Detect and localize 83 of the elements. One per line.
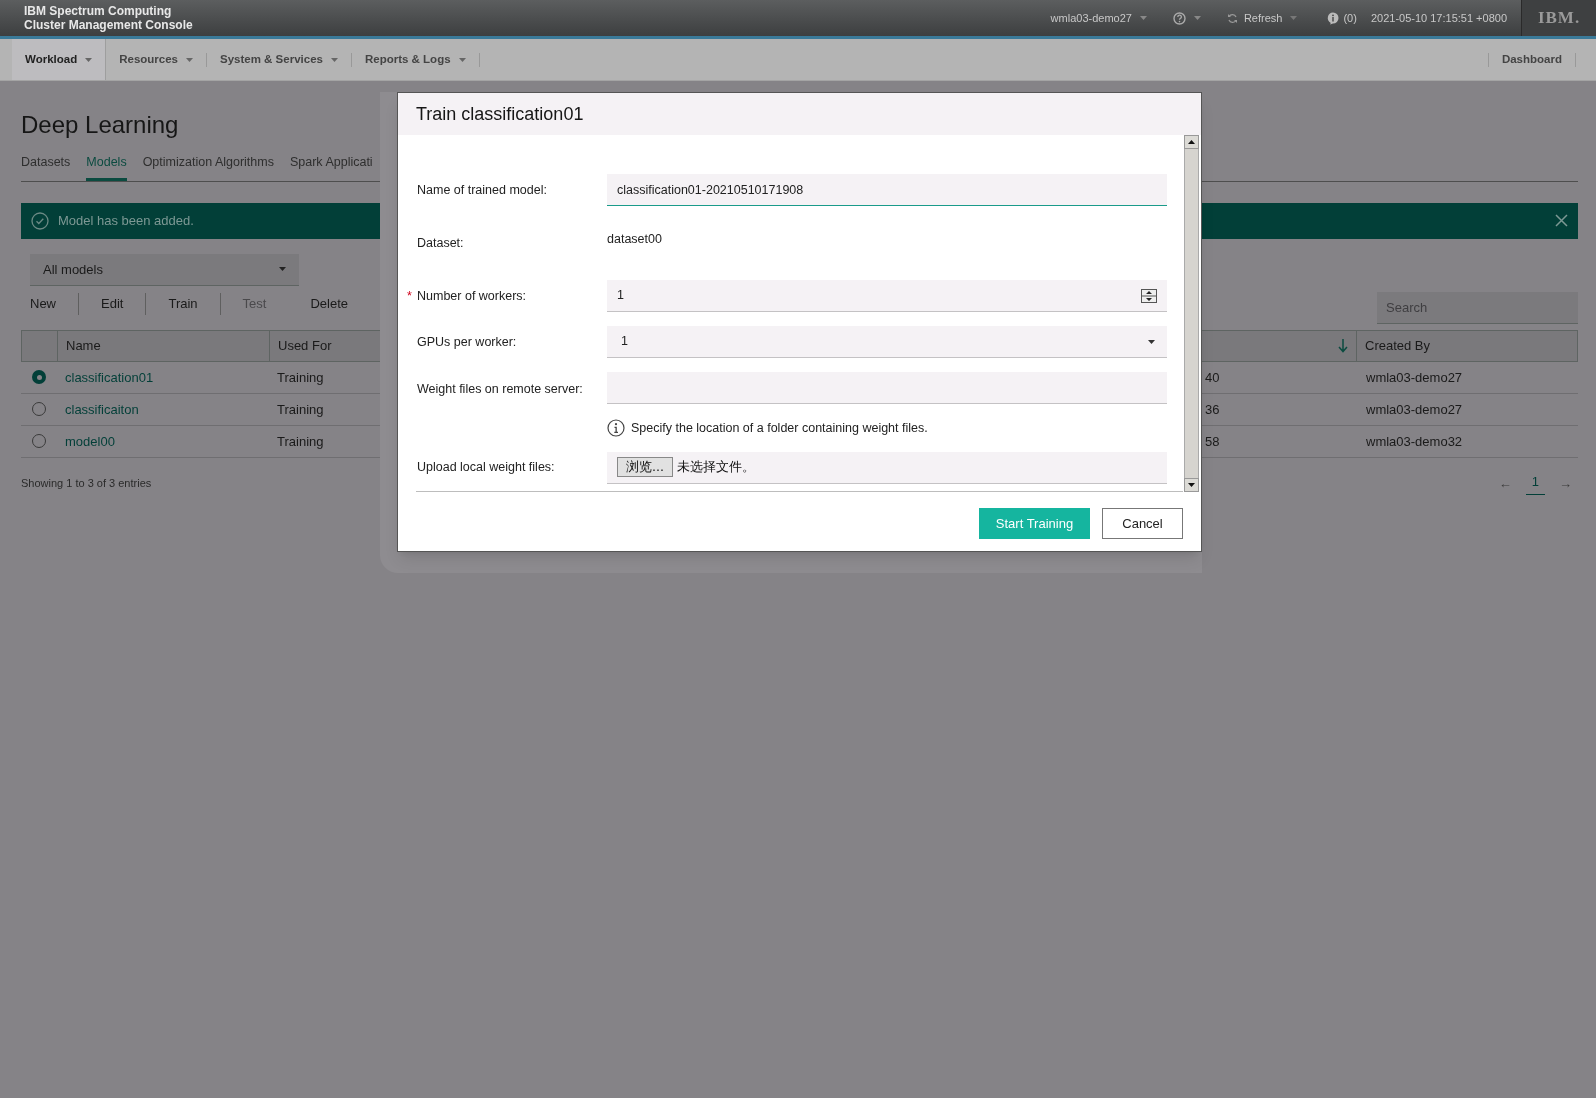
close-icon[interactable] [1555, 214, 1568, 228]
dialog-title: Train classification01 [416, 102, 584, 126]
caret-icon [1290, 16, 1298, 20]
text-field[interactable]: classification01-20210510171908 [607, 174, 1167, 206]
page-tab[interactable]: Spark Applicati [289, 153, 373, 181]
check-circle-icon [31, 211, 49, 230]
sort-arrow-icon[interactable] [1338, 338, 1348, 353]
page-tab[interactable]: Optimization Algorithms [142, 153, 274, 181]
page-tab[interactable]: Models [86, 153, 127, 181]
select-field[interactable]: 1 [607, 326, 1167, 358]
page-number[interactable]: 1 [1525, 471, 1545, 496]
nav-tab[interactable]: Resources [106, 39, 206, 80]
app-title: Cluster Management Console [24, 18, 193, 32]
table-cell: 58 [1205, 434, 1220, 450]
hint-text: Specify the location of a folder containing weight files. [631, 420, 928, 437]
previous-page-arrow[interactable]: ← [1498, 473, 1512, 494]
info-icon [607, 419, 625, 438]
file-status: 未选择文件。 [676, 457, 755, 476]
browse-button[interactable]: 浏览... [617, 457, 673, 478]
required-asterisk: * [407, 288, 412, 303]
refresh-icon [1226, 12, 1238, 24]
column-header[interactable]: Created By [1365, 336, 1431, 356]
table-cell: Training [277, 402, 324, 418]
field-label: Number of workers: [417, 287, 527, 305]
model-name-link[interactable]: classificaiton [65, 402, 139, 418]
model-name-link[interactable]: model00 [65, 434, 115, 450]
caret-icon [1148, 339, 1155, 344]
caret-icon [1193, 16, 1201, 20]
app-title: IBM Spectrum Computing [24, 4, 173, 18]
help-icon[interactable] [1172, 11, 1186, 25]
field-label: GPUs per worker: [417, 333, 517, 351]
nav-tab[interactable]: Reports & Logs [351, 39, 479, 80]
scroll-down-icon[interactable] [1188, 483, 1195, 487]
nav-tab[interactable]: Workload [12, 39, 107, 80]
field-label: Weight files on remote server: [417, 381, 583, 398]
entries-summary: Showing 1 to 3 of 3 entries [21, 476, 152, 492]
logo: IBM. [1537, 7, 1581, 30]
page-tab[interactable]: Datasets [21, 153, 71, 181]
spinner-icon[interactable] [1141, 288, 1157, 303]
field-label: Dataset: [417, 234, 464, 252]
field-label: Name of trained model: [417, 181, 547, 199]
start-training-button[interactable]: Start Training [979, 508, 1090, 540]
banner-message: Model has been added. [58, 212, 194, 230]
dataset-value: dataset00 [607, 230, 662, 248]
caret-icon [1139, 16, 1147, 20]
model-filter-dropdown[interactable]: All models [30, 253, 299, 286]
toolbar-button[interactable]: Train [146, 294, 220, 314]
date-time: 2021-05-10 17:15:51 +0800 [1370, 10, 1507, 26]
nav-tab[interactable]: System & Services [207, 39, 351, 80]
radio-button[interactable] [32, 370, 46, 385]
column-header[interactable]: Used For [278, 336, 332, 356]
toolbar-button[interactable]: Delete [288, 294, 370, 314]
page-title: Deep Learning [21, 111, 179, 139]
table-cell: 40 [1205, 370, 1220, 386]
table-cell: wmla03-demo32 [1366, 434, 1463, 450]
file-field[interactable]: 浏览... 未选择文件。 [607, 451, 1167, 484]
column-header[interactable]: Name [66, 336, 101, 356]
caret-icon [458, 57, 466, 62]
model-name-link[interactable]: classification01 [65, 370, 154, 386]
toolbar-button[interactable]: New [30, 294, 78, 314]
scrollbar[interactable] [1184, 135, 1199, 492]
notification-count: (0) [1343, 10, 1357, 26]
table-cell: wmla03-demo27 [1366, 402, 1463, 418]
table-cell: Training [277, 370, 324, 386]
text-field[interactable] [607, 372, 1167, 404]
info-icon[interactable] [1327, 11, 1340, 25]
table-cell: 36 [1205, 402, 1220, 418]
scroll-up-icon[interactable] [1188, 140, 1195, 144]
search-field[interactable]: Search [1377, 291, 1578, 324]
user-menu[interactable]: wmla03-demo27 [1050, 9, 1147, 27]
caret-icon [330, 57, 338, 62]
next-page-arrow[interactable]: → [1559, 473, 1572, 494]
caret-icon [279, 267, 286, 272]
toolbar-button[interactable]: Edit [79, 294, 146, 314]
cancel-button[interactable]: Cancel [1102, 508, 1183, 540]
caret-icon [85, 57, 93, 62]
dashboard-link[interactable]: Dashboard [1501, 50, 1562, 69]
number-field[interactable]: 1 [607, 280, 1167, 312]
table-cell: wmla03-demo27 [1366, 370, 1463, 386]
field-label: Upload local weight files: [417, 459, 555, 477]
caret-icon [186, 57, 193, 62]
refresh-button[interactable]: Refresh [1226, 9, 1283, 27]
table-cell: Training [277, 434, 324, 450]
